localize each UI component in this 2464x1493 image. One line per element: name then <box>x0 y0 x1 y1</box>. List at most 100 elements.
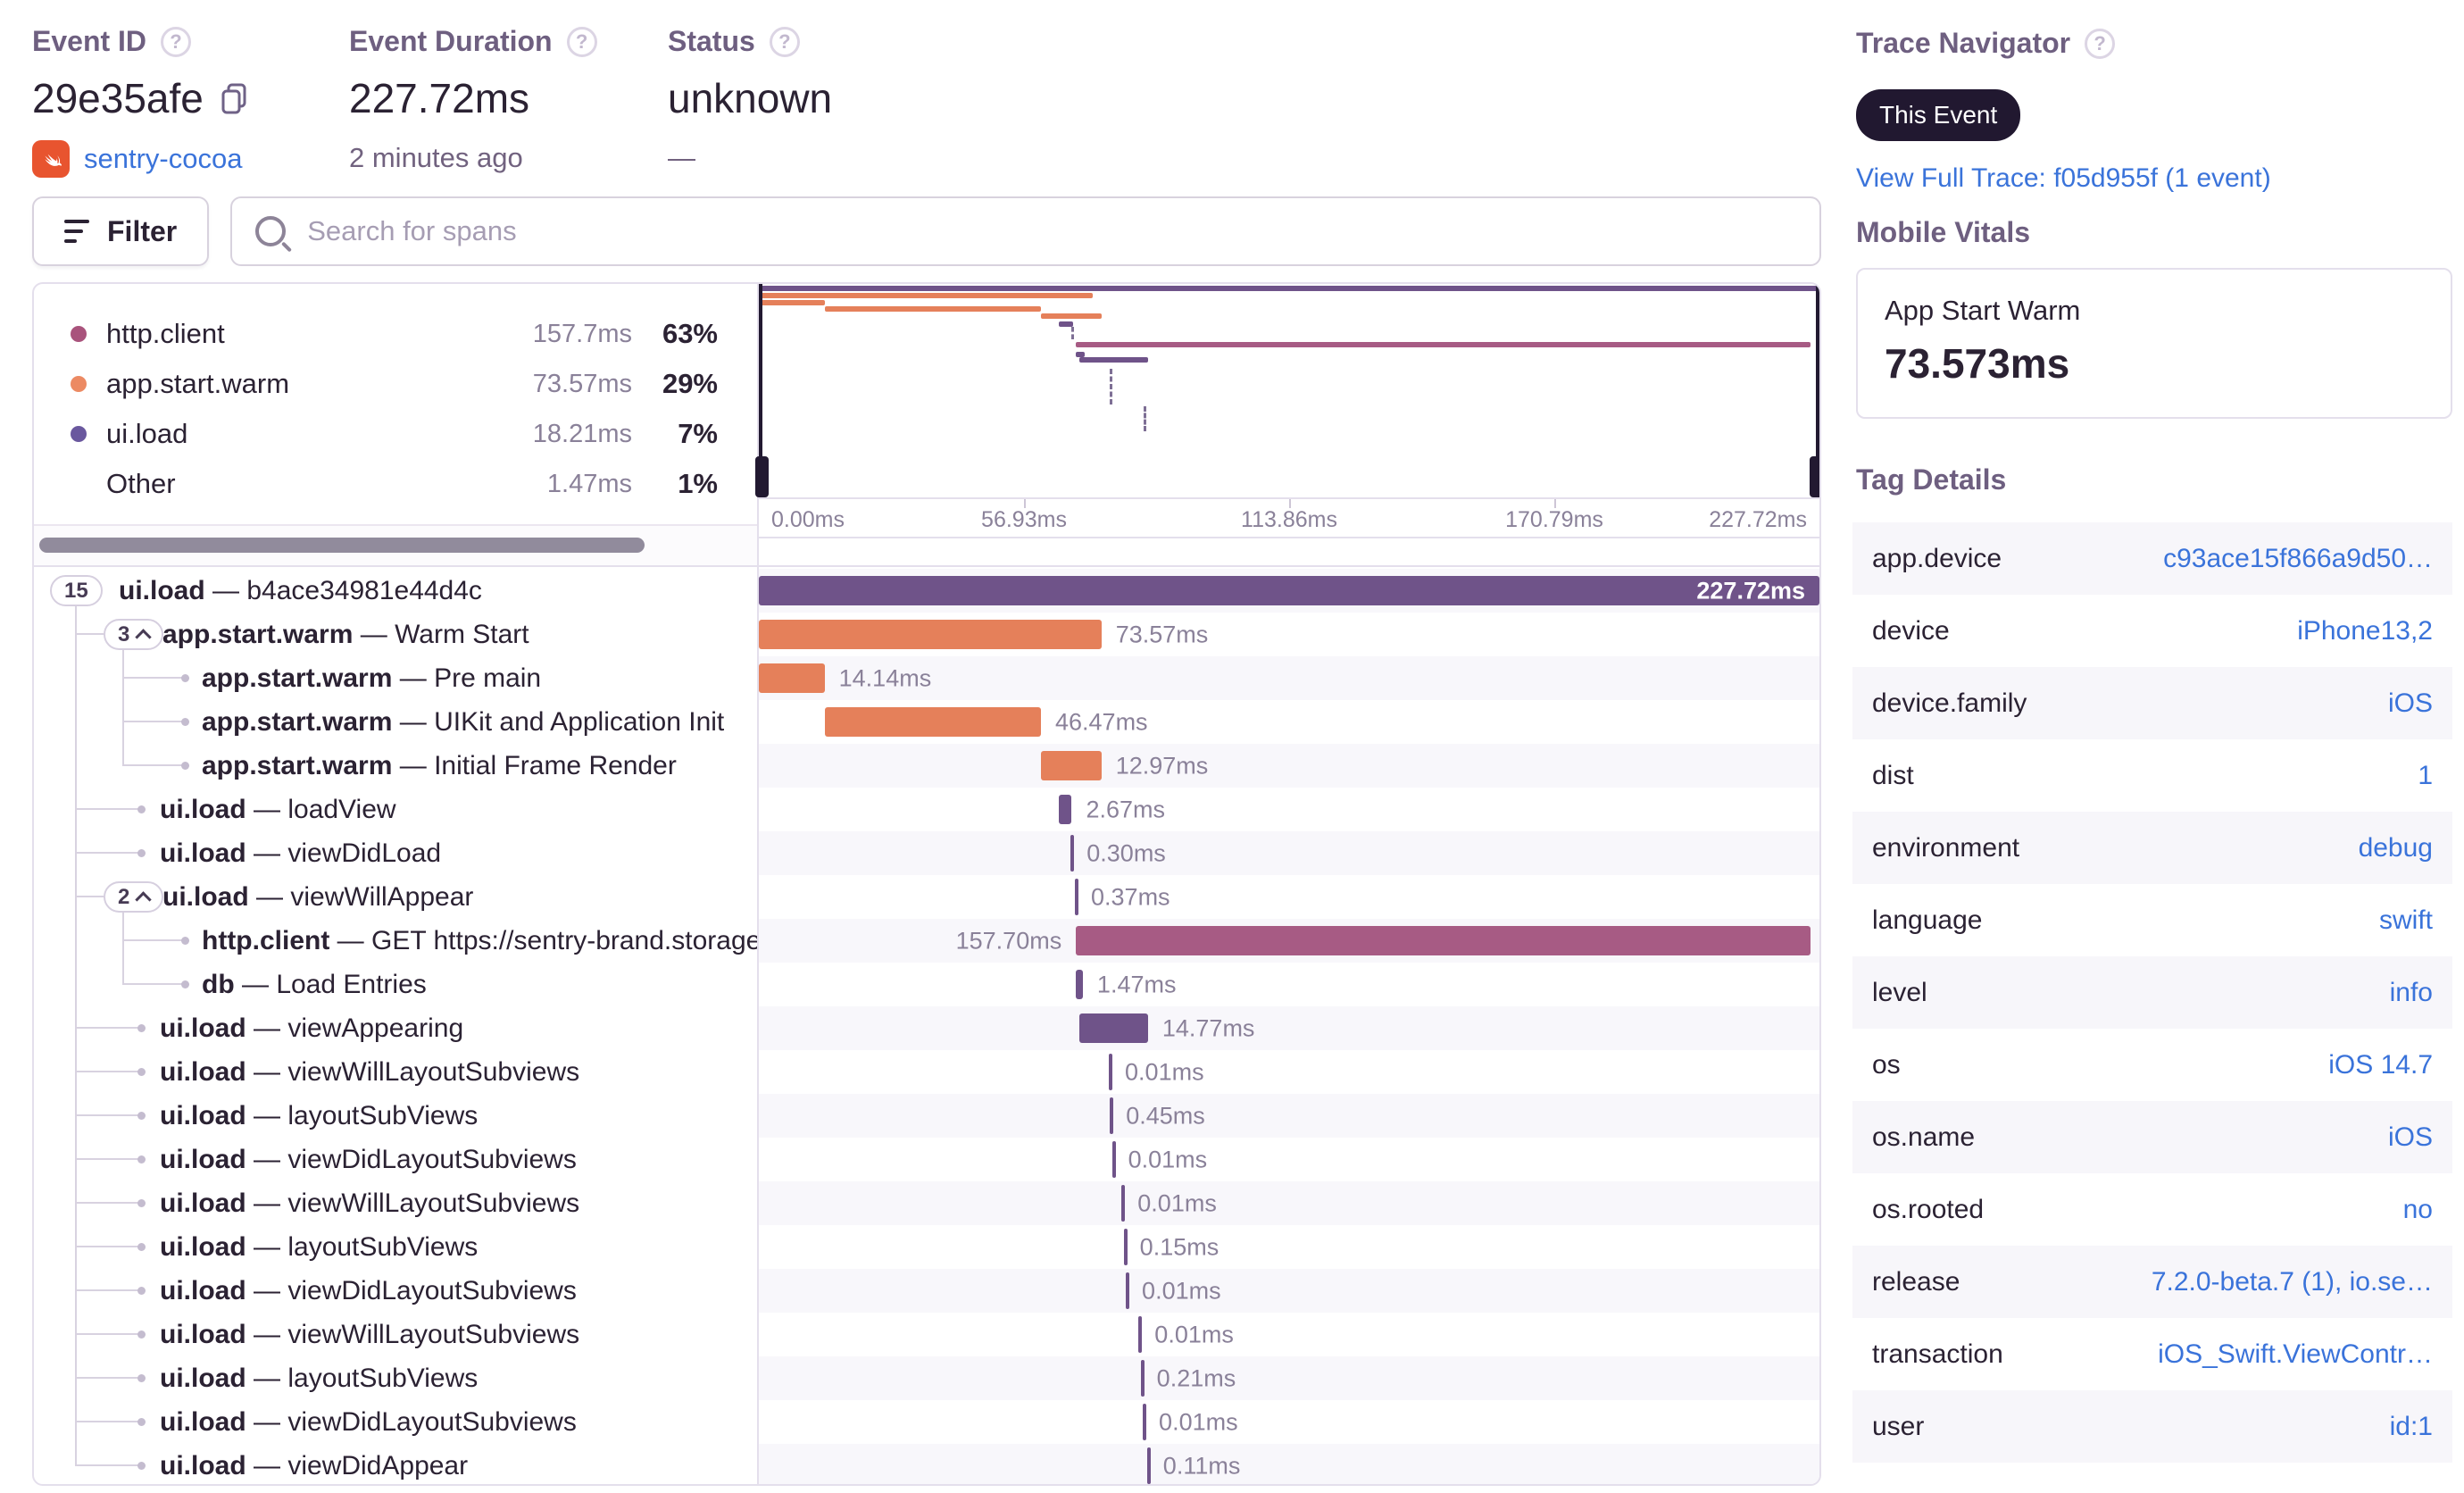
span-bar-row[interactable]: 0.01ms <box>759 1400 1819 1444</box>
legend-row[interactable]: Other 1.47ms 1% <box>34 459 757 509</box>
filter-button[interactable]: Filter <box>32 196 210 266</box>
span-tree-row[interactable]: ui.load — viewDidLayoutSubviews <box>34 1400 757 1444</box>
tag-value-link[interactable]: iOS <box>2388 1122 2433 1153</box>
span-bar-row[interactable]: 0.01ms <box>759 1313 1819 1356</box>
span-tree-row[interactable]: ui.load — layoutSubViews <box>34 1356 757 1400</box>
tag-value-link[interactable]: c93ace15f866a9d50… <box>2163 544 2433 574</box>
span-tree-row[interactable]: ui.load — layoutSubViews <box>34 1094 757 1138</box>
span-search-input[interactable] <box>305 214 1796 248</box>
tag-value-link[interactable]: 7.2.0-beta.7 (1), io.se… <box>2152 1267 2433 1297</box>
tag-value-link[interactable]: swift <box>2379 905 2433 936</box>
minimap-span <box>824 306 1041 312</box>
tag-value-link[interactable]: info <box>2390 978 2433 1008</box>
tag-value-link[interactable]: 1 <box>2418 761 2433 791</box>
help-icon[interactable]: ? <box>161 26 192 57</box>
tag-value-link[interactable]: iPhone13,2 <box>2297 616 2433 646</box>
tag-row: os iOS 14.7 <box>1852 1029 2452 1101</box>
span-bar-row[interactable]: 0.37ms <box>759 875 1819 919</box>
span-tree-row[interactable]: app.start.warm — UIKit and Application I… <box>34 700 757 744</box>
scrollbar-thumb[interactable] <box>39 538 645 553</box>
span-count-badge[interactable]: 15 <box>50 575 103 606</box>
span-bar-row[interactable]: 46.47ms <box>759 700 1819 744</box>
span-tree-row[interactable]: app.start.warm — Pre main <box>34 656 757 700</box>
event-duration-subtitle: 2 minutes ago <box>349 142 523 173</box>
tree-connector-line <box>75 1289 141 1291</box>
span-tree-row[interactable]: app.start.warm — Initial Frame Render <box>34 744 757 788</box>
span-bar-row[interactable]: 73.57ms <box>759 613 1819 656</box>
span-bar-row[interactable]: 0.45ms <box>759 1094 1819 1138</box>
span-tree-row[interactable]: ui.load — layoutSubViews <box>34 1225 757 1269</box>
span-bar-row[interactable]: 157.70ms <box>759 919 1819 963</box>
tree-connector-dot <box>137 1155 146 1164</box>
span-tree-row[interactable]: 15 ui.load — b4ace34981e44d4c <box>34 569 757 613</box>
span-tree-row[interactable]: ui.load — viewWillLayoutSubviews <box>34 1181 757 1225</box>
legend-row[interactable]: ui.load 18.21ms 7% <box>34 409 757 459</box>
span-title: ui.load — viewWillLayoutSubviews <box>160 1319 580 1349</box>
help-icon[interactable]: ? <box>769 26 800 57</box>
span-bar-row[interactable]: 0.30ms <box>759 831 1819 875</box>
span-tree-row[interactable]: ui.load — viewDidLoad <box>34 831 757 875</box>
tag-value-link[interactable]: iOS_Swift.ViewContr… <box>2158 1339 2433 1370</box>
tag-value-link[interactable]: no <box>2403 1195 2433 1225</box>
span-bar-row[interactable]: 14.77ms <box>759 1006 1819 1050</box>
view-full-trace-link[interactable]: View Full Trace: f05d955f (1 event) <box>1856 163 2271 194</box>
spans-toolbar: Filter <box>32 196 1821 266</box>
span-duration-label: 0.37ms <box>1091 883 1170 910</box>
help-icon[interactable]: ? <box>566 26 597 57</box>
axis-tick-label: 113.86ms <box>1241 507 1337 532</box>
span-tree-row[interactable]: ui.load — viewWillLayoutSubviews <box>34 1050 757 1094</box>
span-bar-row[interactable]: 0.01ms <box>759 1181 1819 1225</box>
span-bar-row[interactable]: 0.01ms <box>759 1050 1819 1094</box>
minimap-drag-handle-left[interactable] <box>755 456 769 497</box>
span-tree-row[interactable]: ui.load — viewAppearing <box>34 1006 757 1050</box>
span-bar-row[interactable]: 0.01ms <box>759 1138 1819 1181</box>
horizontal-scrollbar[interactable] <box>34 524 757 565</box>
span-tree-row[interactable]: ui.load — loadView <box>34 788 757 831</box>
copy-icon[interactable] <box>220 82 248 114</box>
legend-percent: 29% <box>662 368 718 399</box>
filter-icon <box>64 220 89 243</box>
span-search-box[interactable] <box>230 196 1821 266</box>
tree-rail <box>75 606 77 1465</box>
axis-tick <box>1289 499 1291 508</box>
span-tree-row[interactable]: 3 app.start.warm — Warm Start <box>34 613 757 656</box>
legend-row[interactable]: http.client 157.7ms 63% <box>34 309 757 359</box>
trace-minimap[interactable]: 0.00ms 56.93ms 113.86ms 170.79ms 227.72ms <box>755 284 1819 565</box>
span-bar-row[interactable]: 227.72ms <box>759 569 1819 613</box>
vital-value: 73.573ms <box>1885 340 2070 387</box>
span-bar-row[interactable]: 0.11ms <box>759 1444 1819 1484</box>
legend-row[interactable]: app.start.warm 73.57ms 29% <box>34 359 757 409</box>
minimap-span <box>759 293 1094 298</box>
tag-value-link[interactable]: iOS <box>2388 688 2433 719</box>
span-bar-row[interactable]: 0.21ms <box>759 1356 1819 1400</box>
help-icon[interactable]: ? <box>2085 28 2116 59</box>
span-count-badge[interactable]: 3 <box>104 619 164 650</box>
span-tree-row[interactable]: ui.load — viewDidLayoutSubviews <box>34 1269 757 1313</box>
tag-value-link[interactable]: debug <box>2359 833 2433 863</box>
project-link[interactable]: sentry-cocoa <box>84 143 242 175</box>
span-count-badge[interactable]: 2 <box>104 881 164 913</box>
span-duration-tick <box>1110 1097 1114 1134</box>
tree-connector-line <box>75 1377 141 1379</box>
span-bar-row[interactable]: 0.15ms <box>759 1225 1819 1269</box>
minimap-drag-handle-right[interactable] <box>1810 456 1819 497</box>
span-tree-row[interactable]: ui.load — viewDidLayoutSubviews <box>34 1138 757 1181</box>
status-block: Status ? unknown — <box>668 25 832 174</box>
span-tree-row[interactable]: http.client — GET https://sentry-brand.s… <box>34 919 757 963</box>
tag-value-link[interactable]: iOS 14.7 <box>2328 1050 2433 1080</box>
span-tree-row[interactable]: db — Load Entries <box>34 963 757 1006</box>
span-bar-row[interactable]: 14.14ms <box>759 656 1819 700</box>
tag-row: app.device c93ace15f866a9d50… <box>1852 522 2452 595</box>
span-duration-tick <box>1143 1404 1147 1440</box>
span-tree-row[interactable]: ui.load — viewDidAppear <box>34 1444 757 1484</box>
tag-value-link[interactable]: id:1 <box>2390 1412 2433 1442</box>
span-bar-row[interactable]: 2.67ms <box>759 788 1819 831</box>
span-tree-row[interactable]: ui.load — viewWillLayoutSubviews <box>34 1313 757 1356</box>
span-bar-row[interactable]: 1.47ms <box>759 963 1819 1006</box>
span-bar-row[interactable]: 12.97ms <box>759 744 1819 788</box>
event-duration-label: Event Duration <box>349 25 553 57</box>
span-bar-row[interactable]: 0.01ms <box>759 1269 1819 1313</box>
legend-dot-empty <box>71 476 87 492</box>
tree-connector-dot <box>181 674 189 682</box>
span-tree-row[interactable]: 2 ui.load — viewWillAppear <box>34 875 757 919</box>
